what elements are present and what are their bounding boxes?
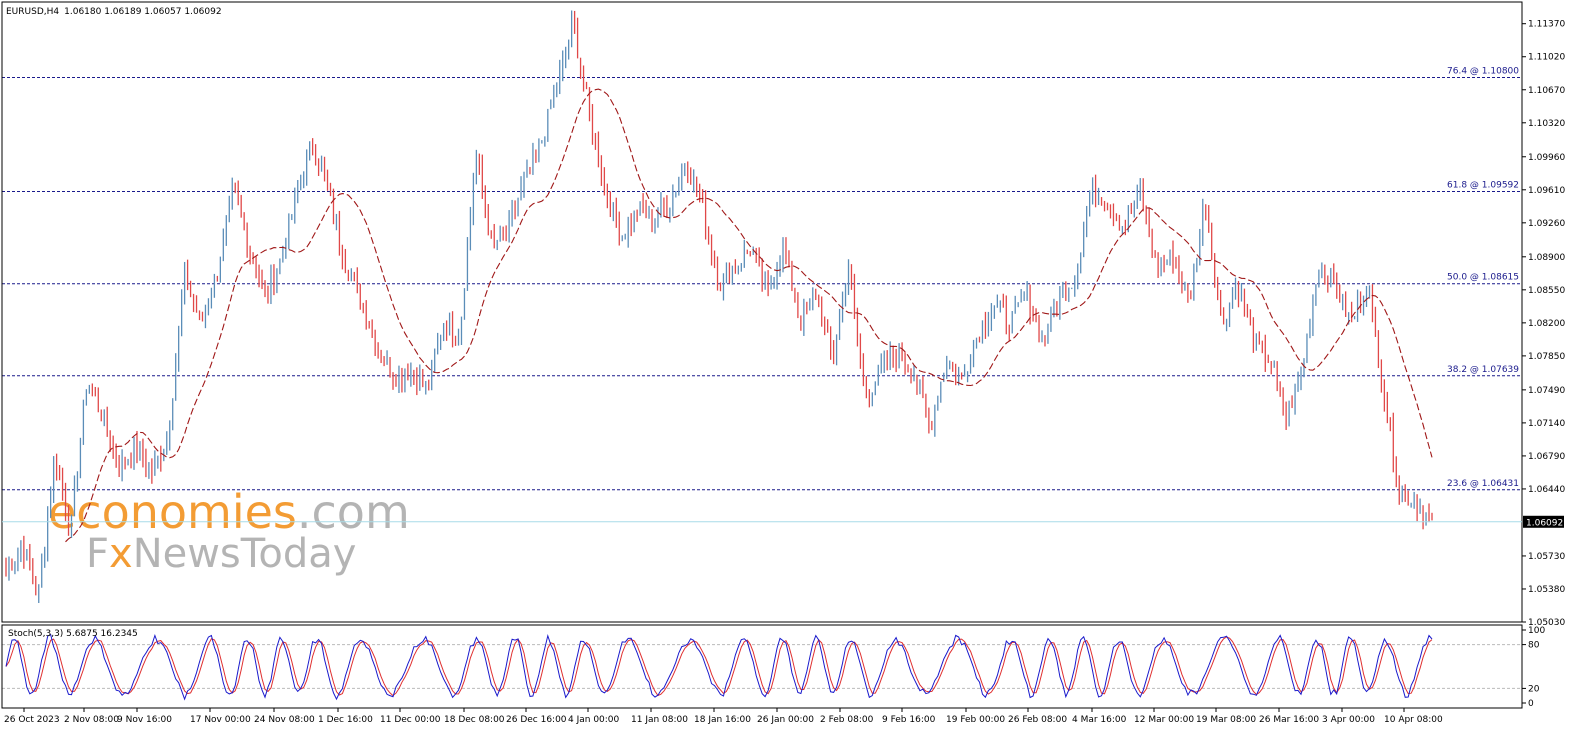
x-tick-label: 11 Dec 00:00 xyxy=(380,715,441,725)
ohlc-label: 1.06180 1.06189 1.06057 1.06092 xyxy=(64,7,221,17)
fib-label: 38.2 @ 1.07639 xyxy=(1447,365,1519,375)
stoch-tick-label: 80 xyxy=(1528,641,1540,651)
x-tick-label: 4 Mar 16:00 xyxy=(1072,715,1127,725)
fib-label: 23.6 @ 1.06431 xyxy=(1447,479,1519,489)
x-tick-label: 26 Feb 08:00 xyxy=(1008,715,1067,725)
y-tick-label: 1.10670 xyxy=(1528,86,1565,96)
y-tick-label: 1.05730 xyxy=(1528,552,1565,562)
x-tick-label: 12 Mar 00:00 xyxy=(1134,715,1194,725)
x-tick-label: 9 Feb 16:00 xyxy=(882,715,936,725)
x-tick-label: 9 Nov 16:00 xyxy=(117,715,172,725)
x-tick-label: 2 Nov 08:00 xyxy=(64,715,119,725)
watermark-newstoday: NewsToday xyxy=(133,531,357,577)
x-tick-label: 19 Mar 08:00 xyxy=(1196,715,1256,725)
x-tick-label: 4 Jan 00:00 xyxy=(568,715,620,725)
y-tick-label: 1.10320 xyxy=(1528,119,1565,129)
x-tick-label: 10 Apr 08:00 xyxy=(1384,715,1443,725)
x-tick-label: 3 Apr 00:00 xyxy=(1322,715,1375,725)
x-tick-label: 26 Dec 16:00 xyxy=(506,715,567,725)
stoch-tick-label: 20 xyxy=(1528,684,1540,694)
fib-label: 76.4 @ 1.10800 xyxy=(1447,66,1519,76)
x-tick-label: 19 Feb 00:00 xyxy=(946,715,1005,725)
y-tick-label: 1.07490 xyxy=(1528,386,1565,396)
y-tick-label: 1.07850 xyxy=(1528,352,1565,362)
y-tick-label: 1.05380 xyxy=(1528,585,1565,595)
y-tick-label: 1.08550 xyxy=(1528,286,1565,296)
fib-label: 50.0 @ 1.08615 xyxy=(1447,273,1519,283)
watermark: economies.com FxNewsToday xyxy=(48,485,410,577)
y-tick-label: 1.09610 xyxy=(1528,186,1565,196)
stoch-tick-label: 0 xyxy=(1528,699,1534,709)
x-tick-label: 18 Jan 16:00 xyxy=(694,715,751,725)
x-tick-label: 26 Mar 16:00 xyxy=(1259,715,1319,725)
watermark-fx-f: F xyxy=(86,531,109,577)
x-tick-label: 2 Feb 08:00 xyxy=(820,715,874,725)
y-tick-label: 1.07140 xyxy=(1528,419,1565,429)
y-tick-label: 1.11370 xyxy=(1528,20,1565,30)
symbol-label: EURUSD,H4 xyxy=(6,7,59,17)
x-tick-label: 24 Nov 08:00 xyxy=(254,715,315,725)
y-tick-label: 1.09260 xyxy=(1528,219,1565,229)
x-tick-label: 18 Dec 08:00 xyxy=(444,715,505,725)
y-tick-label: 1.09960 xyxy=(1528,153,1565,163)
x-tick-label: 17 Nov 00:00 xyxy=(190,715,251,725)
y-tick-label: 1.06440 xyxy=(1528,485,1565,495)
x-tick-label: 1 Dec 16:00 xyxy=(318,715,373,725)
stoch-label: Stoch(5,3,3) 5.6875 16.2345 xyxy=(8,629,138,639)
chart-area[interactable]: economies.com FxNewsToday 76.4 @ 1.10800… xyxy=(0,0,1596,743)
y-tick-label: 1.06790 xyxy=(1528,452,1565,462)
chart-header: EURUSD,H4 1.06180 1.06189 1.06057 1.06092 xyxy=(6,7,222,17)
x-tick-label: 11 Jan 08:00 xyxy=(631,715,688,725)
x-tick-label: 26 Oct 2023 xyxy=(4,715,60,725)
y-tick-label: 1.08900 xyxy=(1528,253,1565,263)
svg-text:FxNewsToday: FxNewsToday xyxy=(86,531,356,577)
y-tick-label: 1.08200 xyxy=(1528,319,1565,329)
fib-label: 61.8 @ 1.09592 xyxy=(1447,180,1519,190)
current-price-label: 1.06092 xyxy=(1526,518,1563,528)
x-tick-label: 26 Jan 00:00 xyxy=(757,715,814,725)
stoch-tick-label: 100 xyxy=(1528,626,1545,636)
y-tick-label: 1.11020 xyxy=(1528,53,1565,63)
watermark-fx-x: x xyxy=(109,531,133,577)
